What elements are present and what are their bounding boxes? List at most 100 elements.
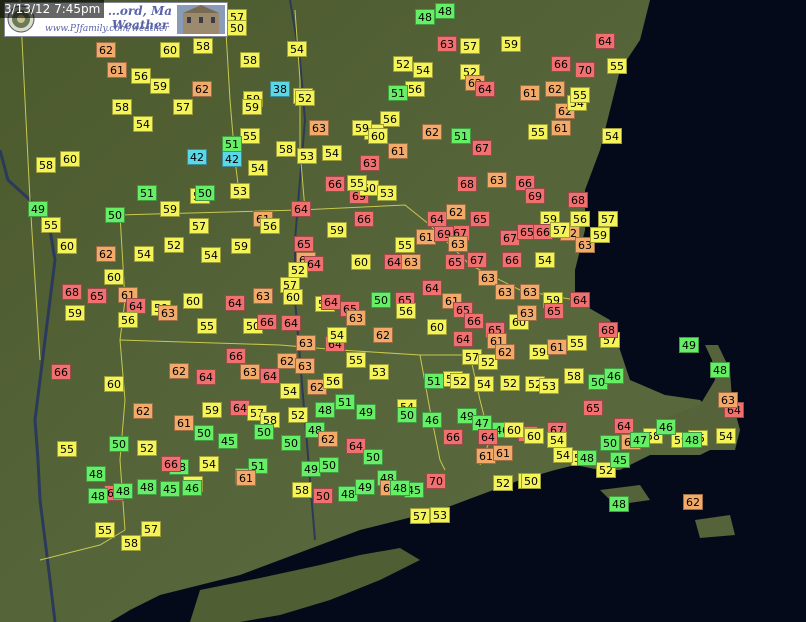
station-reading: 54 [716, 428, 736, 444]
station-reading: 45 [218, 433, 238, 449]
station-reading: 48 [137, 479, 157, 495]
station-reading: 60 [104, 269, 124, 285]
station-reading: 57 [460, 38, 480, 54]
station-reading: 66 [226, 348, 246, 364]
station-reading: 64 [225, 295, 245, 311]
station-reading: 52 [288, 262, 308, 278]
station-reading: 53 [369, 364, 389, 380]
station-reading: 64 [196, 369, 216, 385]
station-reading: 62 [133, 403, 153, 419]
station-reading: 62 [545, 81, 565, 97]
station-reading: 63 [309, 120, 329, 136]
station-reading: 64 [475, 81, 495, 97]
station-reading: 65 [87, 288, 107, 304]
station-reading: 63 [346, 310, 366, 326]
weather-station-map: 57 48 48 64 58 54 50 63 57 59 62 60 58 52 54 52 66 70 55 61… [0, 0, 806, 622]
station-reading: 65 [294, 236, 314, 252]
station-reading: 62 [96, 246, 116, 262]
station-reading: 65 [470, 211, 490, 227]
station-reading: 52 [493, 475, 513, 491]
station-reading: 57 [189, 218, 209, 234]
station-reading: 62 [318, 431, 338, 447]
station-reading: 49 [355, 479, 375, 495]
station-reading: 50 [371, 292, 391, 308]
station-reading: 51 [388, 85, 408, 101]
station-reading: 54 [199, 456, 219, 472]
station-reading: 58 [276, 141, 296, 157]
station-reading: 42 [222, 151, 242, 167]
station-reading: 66 [464, 313, 484, 329]
station-reading: 61 [416, 229, 436, 245]
station-reading: 52 [164, 237, 184, 253]
station-reading: 64 [422, 280, 442, 296]
building-photo-icon [177, 5, 225, 34]
station-reading: 65 [583, 400, 603, 416]
station-reading: 46 [656, 419, 676, 435]
station-reading: 52 [288, 407, 308, 423]
station-reading: 63 [718, 392, 738, 408]
station-reading: 51 [451, 128, 471, 144]
station-reading: 63 [295, 358, 315, 374]
station-reading: 61 [547, 339, 567, 355]
station-reading: 54 [553, 447, 573, 463]
station-reading: 56 [260, 218, 280, 234]
station-reading: 67 [472, 140, 492, 156]
station-reading: 50 [363, 449, 383, 465]
station-reading: 48 [609, 496, 629, 512]
logo-url-link[interactable]: www.PJfamily.com/weather [45, 24, 169, 34]
station-reading: 64 [321, 294, 341, 310]
station-reading: 50 [281, 435, 301, 451]
station-reading: 54 [547, 432, 567, 448]
station-reading: 55 [570, 87, 590, 103]
station-reading: 59 [231, 238, 251, 254]
station-reading: 47 [630, 432, 650, 448]
station-reading: 63 [487, 172, 507, 188]
station-reading: 68 [62, 284, 82, 300]
station-reading: 53 [539, 378, 559, 394]
station-reading: 51 [222, 136, 242, 152]
station-reading: 62 [683, 494, 703, 510]
station-reading: 60 [368, 128, 388, 144]
station-reading: 52 [393, 56, 413, 72]
station-reading: 46 [604, 368, 624, 384]
station-reading: 63 [520, 284, 540, 300]
station-reading: 59 [327, 222, 347, 238]
station-reading: 56 [131, 68, 151, 84]
station-reading: 49 [356, 404, 376, 420]
station-reading: 64 [260, 368, 280, 384]
station-reading: 59 [590, 227, 610, 243]
station-reading: 60 [504, 422, 524, 438]
station-reading: 57 [141, 521, 161, 537]
station-reading: 60 [104, 376, 124, 392]
station-reading: 50 [397, 407, 417, 423]
station-reading: 56 [118, 312, 138, 328]
station-reading: 62 [422, 124, 442, 140]
timestamp-label: 3/13/12 7:45pm [0, 0, 105, 18]
station-reading: 45 [160, 481, 180, 497]
station-reading: 60 [57, 238, 77, 254]
station-reading: 62 [169, 363, 189, 379]
station-reading: 53 [430, 507, 450, 523]
station-reading: 57 [550, 222, 570, 238]
station-reading: 63 [437, 36, 457, 52]
station-reading: 45 [610, 452, 630, 468]
station-reading: 59 [529, 344, 549, 360]
station-reading: 55 [95, 522, 115, 538]
station-reading: 66 [551, 56, 571, 72]
station-reading: 66 [51, 364, 71, 380]
station-reading: 50 [254, 424, 274, 440]
station-reading: 54 [280, 383, 300, 399]
station-reading: 54 [474, 376, 494, 392]
station-reading: 66 [502, 252, 522, 268]
station-reading: 48 [435, 3, 455, 19]
station-reading: 55 [41, 217, 61, 233]
station-reading: 55 [528, 124, 548, 140]
station-reading: 58 [564, 368, 584, 384]
station-reading: 61 [551, 120, 571, 136]
station-reading: 56 [405, 81, 425, 97]
station-reading: 70 [426, 473, 446, 489]
station-reading: 57 [173, 99, 193, 115]
station-reading: 54 [602, 128, 622, 144]
station-reading: 54 [287, 41, 307, 57]
station-reading: 70 [575, 62, 595, 78]
